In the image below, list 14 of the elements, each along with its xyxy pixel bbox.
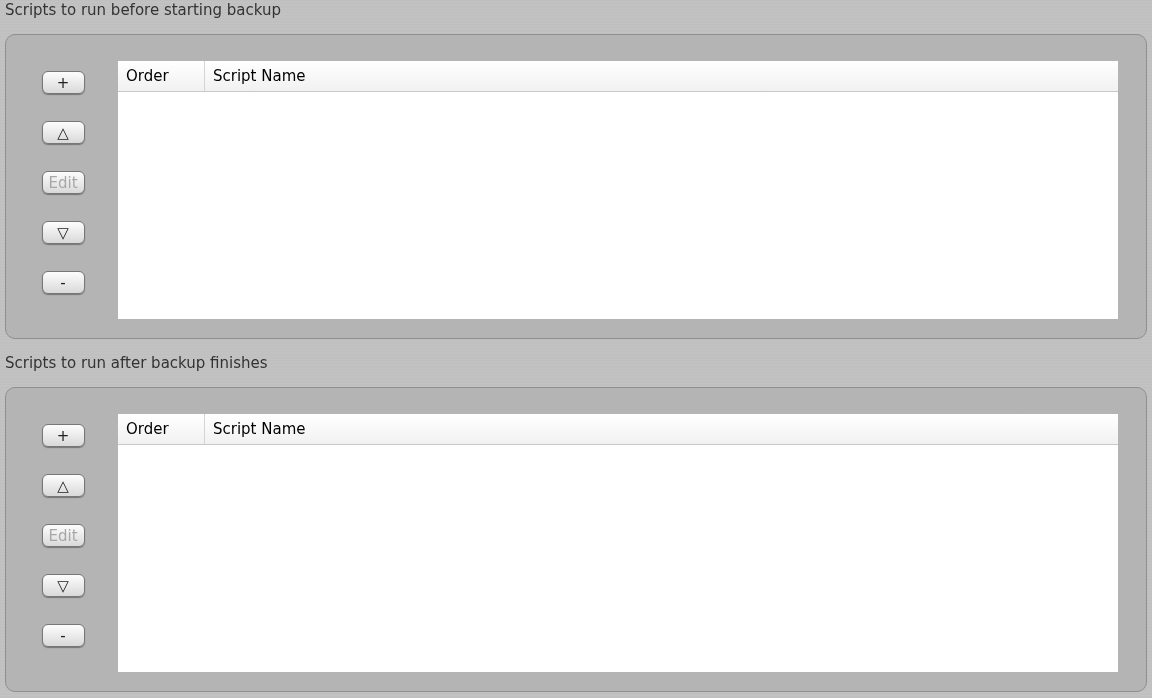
column-header[interactable]: Order — [118, 414, 205, 444]
list-button[interactable]: - — [41, 624, 85, 647]
column-header[interactable]: Script Name — [205, 414, 1118, 444]
list-button[interactable]: + — [41, 424, 85, 447]
list-button[interactable]: △ — [41, 474, 85, 497]
list-button[interactable]: ▽ — [41, 221, 85, 244]
column-header[interactable]: Order — [118, 61, 205, 91]
section-title: Scripts to run after backup finishes — [4, 353, 269, 374]
list-button[interactable]: - — [41, 271, 85, 294]
list-button[interactable]: △ — [41, 121, 85, 144]
column-header[interactable]: Script Name — [205, 61, 1118, 91]
section-title: Scripts to run before starting backup — [4, 0, 283, 21]
list-button[interactable]: + — [41, 71, 85, 94]
list-button[interactable]: ▽ — [41, 574, 85, 597]
